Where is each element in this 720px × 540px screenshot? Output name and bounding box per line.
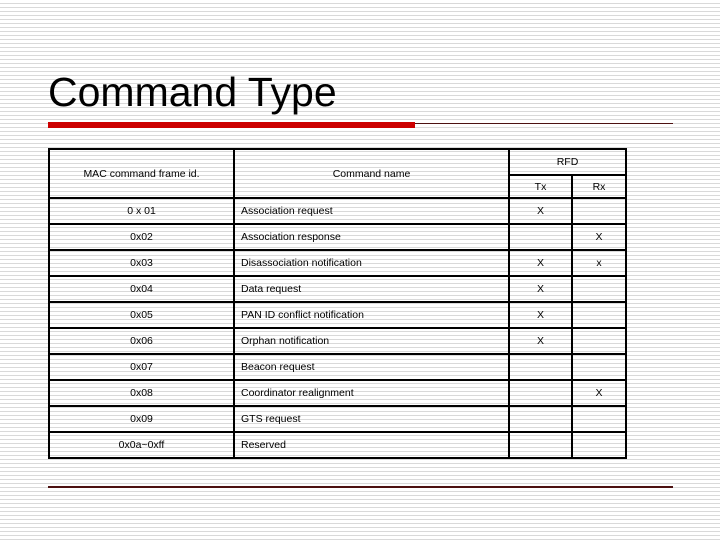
column-header-rx: Rx <box>571 174 627 199</box>
column-header-rfd: RFD <box>508 148 627 176</box>
cell-command-name: Association response <box>233 223 510 251</box>
cell-rfd-tx <box>508 431 573 459</box>
slide-canvas: Command Type MAC command frame id. Comma… <box>0 0 720 540</box>
cell-command-name: Reserved <box>233 431 510 459</box>
table-row: 0x0a~0xff Reserved <box>48 431 627 459</box>
cell-command-name: Disassociation notification <box>233 249 510 277</box>
cell-rfd-rx <box>571 431 627 459</box>
cell-frame-id: 0 x 01 <box>48 197 235 225</box>
cell-rfd-rx: X <box>571 379 627 407</box>
table-row: 0 x 01 Association request X <box>48 197 627 225</box>
cell-command-name: Beacon request <box>233 353 510 381</box>
page-title: Command Type <box>48 69 337 115</box>
cell-frame-id: 0x05 <box>48 301 235 329</box>
table-row: 0x05 PAN ID conflict notification X <box>48 301 627 329</box>
table-header-row-primary: MAC command frame id. Command name RFD <box>48 148 627 199</box>
title-accent-line <box>415 123 673 124</box>
cell-rfd-rx <box>571 275 627 303</box>
cell-command-name: GTS request <box>233 405 510 433</box>
cell-frame-id: 0x04 <box>48 275 235 303</box>
cell-rfd-rx <box>571 197 627 225</box>
table-row: 0x03 Disassociation notification Xx <box>48 249 627 277</box>
cell-frame-id: 0x02 <box>48 223 235 251</box>
column-header-mac-command-frame-id: MAC command frame id. <box>48 148 235 199</box>
table-row: 0x06 Orphan notification X <box>48 327 627 355</box>
cell-command-name: Data request <box>233 275 510 303</box>
footer-divider <box>48 486 673 488</box>
table-row: 0x02 Association response X <box>48 223 627 251</box>
cell-command-name: Association request <box>233 197 510 225</box>
cell-frame-id: 0x07 <box>48 353 235 381</box>
cell-command-name: Coordinator realignment <box>233 379 510 407</box>
title-accent-bar <box>48 122 415 128</box>
cell-frame-id: 0x06 <box>48 327 235 355</box>
cell-rfd-rx <box>571 327 627 355</box>
cell-rfd-tx <box>508 223 573 251</box>
cell-rfd-tx: X <box>508 275 573 303</box>
cell-frame-id: 0x0a~0xff <box>48 431 235 459</box>
cell-rfd-rx <box>571 301 627 329</box>
cell-frame-id: 0x09 <box>48 405 235 433</box>
column-header-command-name: Command name <box>233 148 510 199</box>
cell-rfd-tx <box>508 405 573 433</box>
cell-rfd-tx: X <box>508 249 573 277</box>
cell-rfd-rx <box>571 353 627 381</box>
cell-rfd-tx: X <box>508 327 573 355</box>
cell-rfd-tx: X <box>508 197 573 225</box>
table-row: 0x04 Data request X <box>48 275 627 303</box>
column-header-tx: Tx <box>508 174 573 199</box>
cell-rfd-tx <box>508 353 573 381</box>
table-header: MAC command frame id. Command name RFD T… <box>48 148 627 199</box>
table-row: 0x08 Coordinator realignment X <box>48 379 627 407</box>
command-type-table: MAC command frame id. Command name RFD T… <box>48 148 627 459</box>
cell-rfd-rx: x <box>571 249 627 277</box>
cell-rfd-rx <box>571 405 627 433</box>
cell-frame-id: 0x08 <box>48 379 235 407</box>
cell-rfd-tx <box>508 379 573 407</box>
cell-rfd-tx: X <box>508 301 573 329</box>
cell-command-name: PAN ID conflict notification <box>233 301 510 329</box>
table-body: 0 x 01 Association request X 0x02 Associatio… <box>48 197 627 459</box>
cell-rfd-rx: X <box>571 223 627 251</box>
table-row: 0x07 Beacon request <box>48 353 627 381</box>
table-row: 0x09 GTS request <box>48 405 627 433</box>
cell-frame-id: 0x03 <box>48 249 235 277</box>
cell-command-name: Orphan notification <box>233 327 510 355</box>
